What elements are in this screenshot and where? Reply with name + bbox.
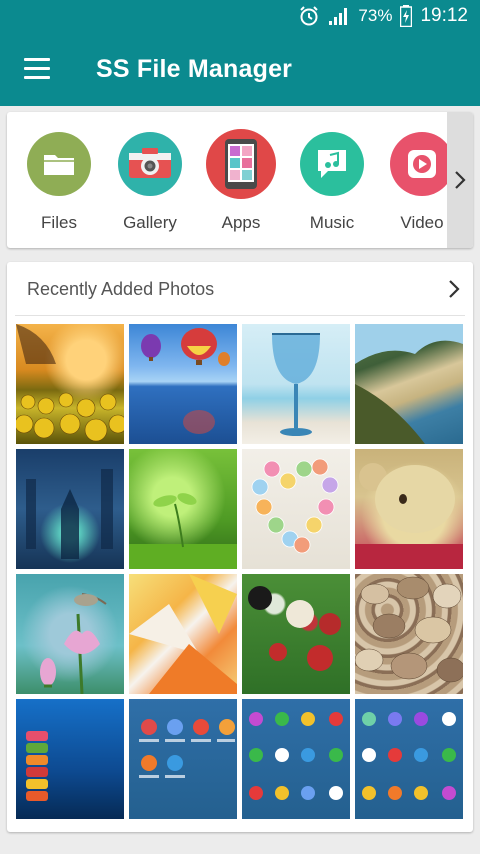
chevron-right-icon[interactable] [447,278,461,305]
video-icon [390,132,454,196]
photo-thumbnail[interactable] [355,574,463,694]
scroll-right-button[interactable] [447,112,473,248]
status-bar: 73% 19:12 [0,0,480,34]
app-bar: SS File Manager [0,34,480,106]
photo-thumbnail[interactable] [16,324,124,444]
alarm-icon [298,5,320,27]
battery-charging-icon [400,5,413,27]
clock: 19:12 [420,5,468,26]
photo-thumbnail[interactable] [129,699,237,819]
photo-thumbnail[interactable] [355,449,463,569]
photo-thumbnail[interactable] [129,574,237,694]
shortcut-label: Music [309,213,355,232]
music-icon [300,132,364,196]
photo-thumbnail[interactable] [129,449,237,569]
signal-icon [328,6,350,26]
shortcut-label: Apps [221,213,261,232]
photo-thumbnail[interactable] [242,324,350,444]
folder-icon [27,132,91,196]
shortcut-music[interactable]: Music [292,132,372,233]
battery-percent: 73% [358,6,393,25]
photo-thumbnail[interactable] [242,449,350,569]
photo-thumbnail[interactable] [16,574,124,694]
photo-thumbnail[interactable] [355,699,463,819]
shortcut-files[interactable]: Files [19,132,99,233]
shortcut-label: Gallery [123,213,177,232]
shortcut-apps[interactable]: Apps [201,129,281,233]
photo-thumbnail[interactable] [242,574,350,694]
menu-icon[interactable] [24,58,50,80]
category-shortcuts: Files Gallery Apps Music Video [7,112,473,248]
shortcut-label: Files [41,213,77,232]
app-title: SS File Manager [96,55,293,83]
recent-photos-header[interactable]: Recently Added Photos [15,262,465,316]
photo-thumbnail[interactable] [355,324,463,444]
shortcut-gallery[interactable]: Gallery [110,132,190,233]
recent-photos-card: Recently Added Photos [7,262,473,832]
section-title: Recently Added Photos [27,279,215,299]
photo-thumbnail[interactable] [16,699,124,819]
camera-icon [118,132,182,196]
photo-grid [16,324,464,819]
photo-thumbnail[interactable] [242,699,350,819]
photo-thumbnail[interactable] [129,324,237,444]
apps-icon [206,129,276,199]
chevron-right-icon [455,171,466,189]
photo-thumbnail[interactable] [16,449,124,569]
